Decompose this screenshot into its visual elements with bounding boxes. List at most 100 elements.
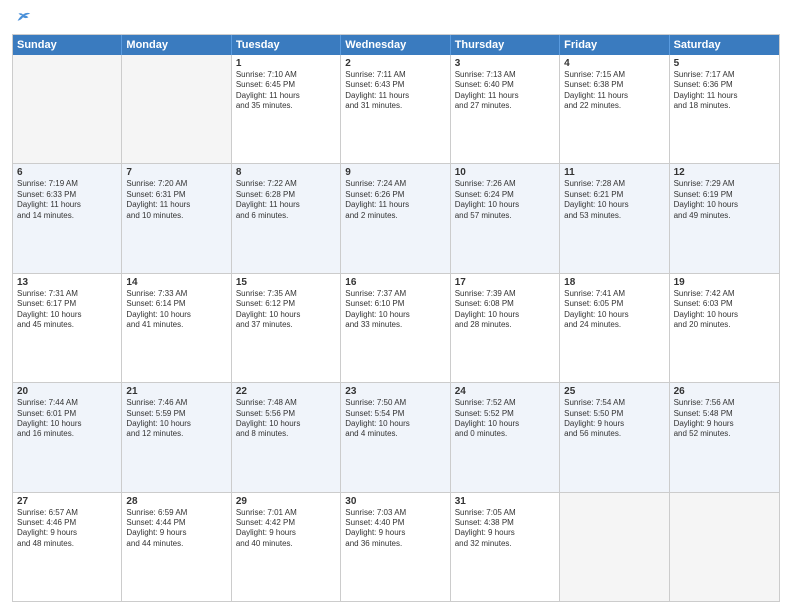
cell-info-line: Daylight: 9 hours (345, 528, 445, 538)
calendar-cell-day-22: 22Sunrise: 7:48 AMSunset: 5:56 PMDayligh… (232, 383, 341, 491)
day-number: 13 (17, 277, 117, 288)
cell-info-line: Daylight: 11 hours (674, 91, 775, 101)
day-number: 30 (345, 496, 445, 507)
calendar-cell-day-12: 12Sunrise: 7:29 AMSunset: 6:19 PMDayligh… (670, 164, 779, 272)
cell-info-line: Sunset: 6:33 PM (17, 190, 117, 200)
cell-info-line: Sunrise: 7:44 AM (17, 398, 117, 408)
cell-info-line: Daylight: 9 hours (674, 419, 775, 429)
cell-info-line: and 4 minutes. (345, 429, 445, 439)
cell-info-line: Sunset: 6:01 PM (17, 409, 117, 419)
day-number: 20 (17, 386, 117, 397)
calendar-cell-day-10: 10Sunrise: 7:26 AMSunset: 6:24 PMDayligh… (451, 164, 560, 272)
calendar-cell-empty (560, 493, 669, 601)
cell-info-line: Sunset: 4:40 PM (345, 518, 445, 528)
cell-info-line: and 31 minutes. (345, 101, 445, 111)
cell-info-line: Sunset: 6:03 PM (674, 299, 775, 309)
cell-info-line: and 18 minutes. (674, 101, 775, 111)
cell-info-line: Sunrise: 7:22 AM (236, 179, 336, 189)
cell-info-line: Sunrise: 7:10 AM (236, 70, 336, 80)
cell-info-line: Daylight: 9 hours (236, 528, 336, 538)
header (12, 10, 780, 28)
day-number: 12 (674, 167, 775, 178)
cell-info-line: Sunset: 6:38 PM (564, 80, 664, 90)
cell-info-line: Sunrise: 7:28 AM (564, 179, 664, 189)
day-number: 22 (236, 386, 336, 397)
cell-info-line: and 28 minutes. (455, 320, 555, 330)
cell-info-line: Daylight: 10 hours (126, 310, 226, 320)
cell-info-line: Daylight: 9 hours (17, 528, 117, 538)
day-number: 17 (455, 277, 555, 288)
cell-info-line: Sunset: 6:21 PM (564, 190, 664, 200)
cell-info-line: Daylight: 10 hours (674, 310, 775, 320)
calendar-cell-day-19: 19Sunrise: 7:42 AMSunset: 6:03 PMDayligh… (670, 274, 779, 382)
cell-info-line: Sunset: 5:50 PM (564, 409, 664, 419)
cell-info-line: Sunrise: 7:33 AM (126, 289, 226, 299)
calendar-cell-day-1: 1Sunrise: 7:10 AMSunset: 6:45 PMDaylight… (232, 55, 341, 163)
calendar-cell-day-14: 14Sunrise: 7:33 AMSunset: 6:14 PMDayligh… (122, 274, 231, 382)
cell-info-line: Sunrise: 7:41 AM (564, 289, 664, 299)
calendar-cell-day-29: 29Sunrise: 7:01 AMSunset: 4:42 PMDayligh… (232, 493, 341, 601)
cell-info-line: and 57 minutes. (455, 211, 555, 221)
cell-info-line: Daylight: 11 hours (126, 200, 226, 210)
weekday-header-monday: Monday (122, 35, 231, 55)
cell-info-line: Sunset: 4:42 PM (236, 518, 336, 528)
cell-info-line: and 6 minutes. (236, 211, 336, 221)
cell-info-line: Sunset: 6:40 PM (455, 80, 555, 90)
calendar-row-4: 27Sunrise: 6:57 AMSunset: 4:46 PMDayligh… (13, 493, 779, 601)
calendar-cell-day-31: 31Sunrise: 7:05 AMSunset: 4:38 PMDayligh… (451, 493, 560, 601)
cell-info-line: Sunset: 6:05 PM (564, 299, 664, 309)
cell-info-line: Daylight: 10 hours (455, 200, 555, 210)
cell-info-line: Sunset: 6:14 PM (126, 299, 226, 309)
cell-info-line: Sunset: 6:28 PM (236, 190, 336, 200)
cell-info-line: Sunrise: 7:26 AM (455, 179, 555, 189)
weekday-header-sunday: Sunday (13, 35, 122, 55)
day-number: 8 (236, 167, 336, 178)
cell-info-line: Sunset: 5:59 PM (126, 409, 226, 419)
calendar-cell-day-16: 16Sunrise: 7:37 AMSunset: 6:10 PMDayligh… (341, 274, 450, 382)
cell-info-line: and 44 minutes. (126, 539, 226, 549)
cell-info-line: and 24 minutes. (564, 320, 664, 330)
day-number: 6 (17, 167, 117, 178)
calendar-cell-day-28: 28Sunrise: 6:59 AMSunset: 4:44 PMDayligh… (122, 493, 231, 601)
cell-info-line: Daylight: 11 hours (455, 91, 555, 101)
cell-info-line: and 14 minutes. (17, 211, 117, 221)
cell-info-line: Sunrise: 7:39 AM (455, 289, 555, 299)
cell-info-line: Sunrise: 7:20 AM (126, 179, 226, 189)
calendar-cell-day-13: 13Sunrise: 7:31 AMSunset: 6:17 PMDayligh… (13, 274, 122, 382)
cell-info-line: Sunrise: 7:15 AM (564, 70, 664, 80)
cell-info-line: and 52 minutes. (674, 429, 775, 439)
cell-info-line: Sunset: 6:08 PM (455, 299, 555, 309)
cell-info-line: Sunset: 6:19 PM (674, 190, 775, 200)
cell-info-line: Sunrise: 7:01 AM (236, 508, 336, 518)
cell-info-line: and 16 minutes. (17, 429, 117, 439)
cell-info-line: Daylight: 9 hours (564, 419, 664, 429)
calendar-cell-day-21: 21Sunrise: 7:46 AMSunset: 5:59 PMDayligh… (122, 383, 231, 491)
weekday-header-saturday: Saturday (670, 35, 779, 55)
cell-info-line: Sunset: 5:52 PM (455, 409, 555, 419)
calendar-cell-day-6: 6Sunrise: 7:19 AMSunset: 6:33 PMDaylight… (13, 164, 122, 272)
calendar-cell-day-11: 11Sunrise: 7:28 AMSunset: 6:21 PMDayligh… (560, 164, 669, 272)
cell-info-line: Daylight: 10 hours (345, 310, 445, 320)
day-number: 27 (17, 496, 117, 507)
cell-info-line: and 10 minutes. (126, 211, 226, 221)
cell-info-line: Sunrise: 7:31 AM (17, 289, 117, 299)
cell-info-line: Sunset: 6:17 PM (17, 299, 117, 309)
cell-info-line: and 33 minutes. (345, 320, 445, 330)
day-number: 9 (345, 167, 445, 178)
cell-info-line: Sunset: 6:43 PM (345, 80, 445, 90)
cell-info-line: and 35 minutes. (236, 101, 336, 111)
cell-info-line: Sunset: 6:26 PM (345, 190, 445, 200)
day-number: 16 (345, 277, 445, 288)
cell-info-line: Sunset: 6:36 PM (674, 80, 775, 90)
logo-text (12, 10, 32, 28)
day-number: 25 (564, 386, 664, 397)
day-number: 4 (564, 58, 664, 69)
calendar-row-1: 6Sunrise: 7:19 AMSunset: 6:33 PMDaylight… (13, 164, 779, 273)
cell-info-line: Sunset: 5:54 PM (345, 409, 445, 419)
cell-info-line: Daylight: 9 hours (126, 528, 226, 538)
weekday-header-friday: Friday (560, 35, 669, 55)
cell-info-line: Sunrise: 7:37 AM (345, 289, 445, 299)
cell-info-line: Sunrise: 7:48 AM (236, 398, 336, 408)
cell-info-line: Sunrise: 6:59 AM (126, 508, 226, 518)
logo (12, 10, 32, 28)
